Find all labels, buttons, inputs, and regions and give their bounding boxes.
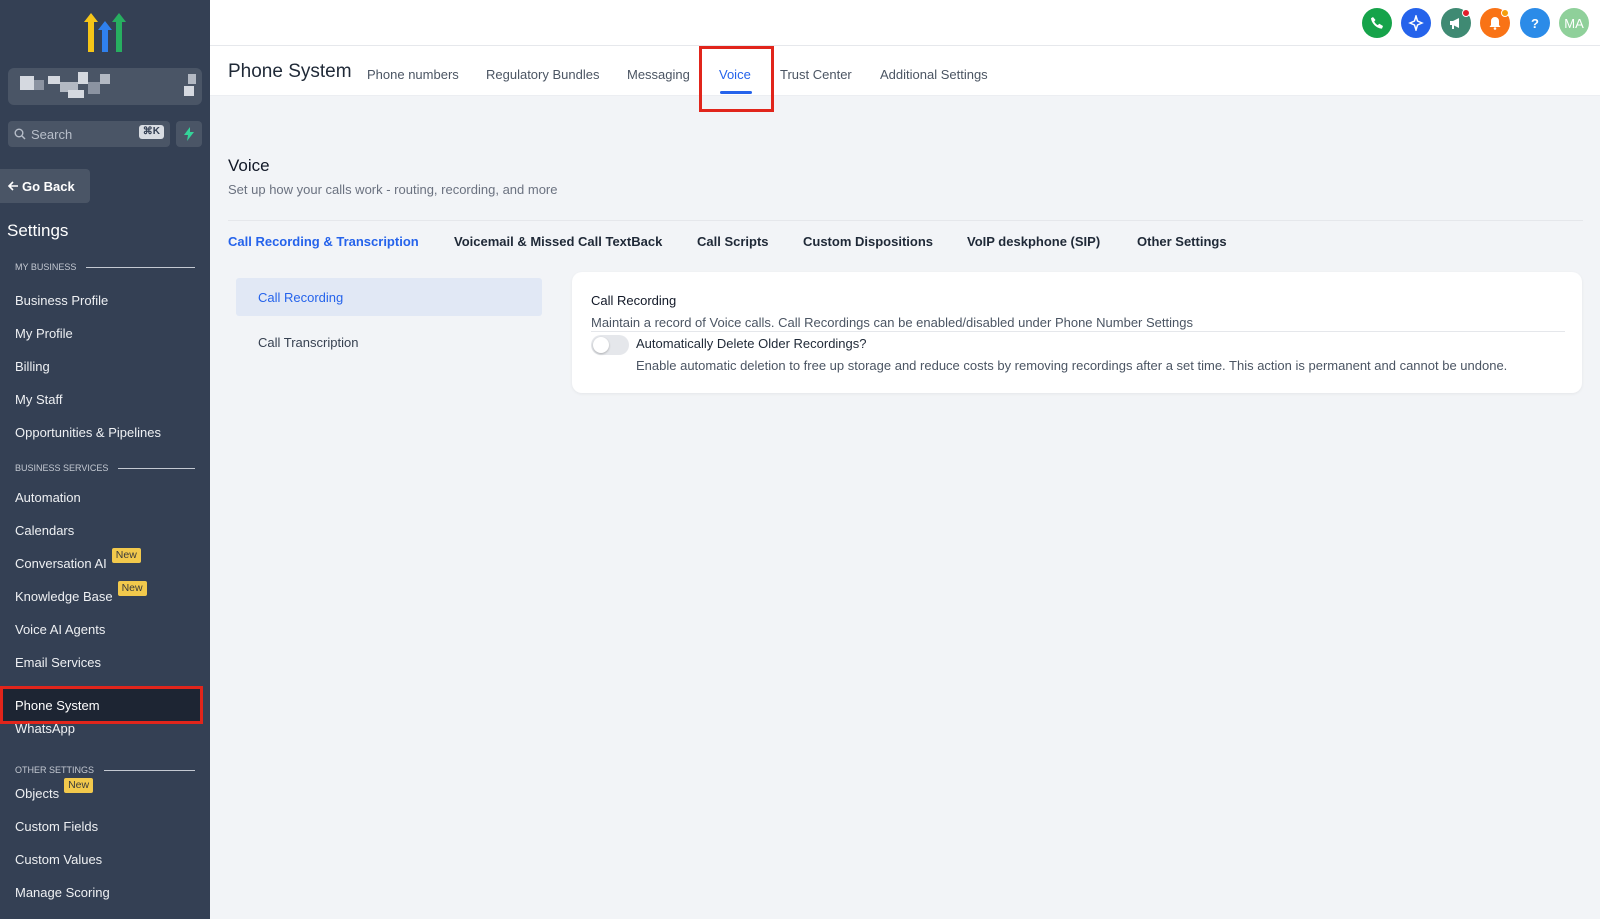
arrow-left-icon (7, 181, 18, 191)
sparkle-icon[interactable] (1401, 8, 1431, 38)
sidebar-item-voice-ai-agents[interactable]: Voice AI Agents (15, 622, 105, 637)
sidebar-item-conversation-ai[interactable]: Conversation AI New (15, 548, 141, 571)
sidebar-item-phone-system[interactable]: Phone System (0, 686, 203, 724)
section-title: Voice (228, 156, 270, 175)
card-title: Call Recording (591, 293, 677, 308)
sidebar-item-manage-scoring[interactable]: Manage Scoring (15, 885, 110, 900)
sidebar-item-knowledge-base[interactable]: Knowledge Base New (15, 581, 147, 604)
avatar[interactable]: MA (1559, 8, 1589, 38)
app-logo[interactable] (82, 12, 128, 54)
search-input[interactable]: Search ⌘K (8, 121, 170, 147)
tab-phone-numbers[interactable]: Phone numbers (367, 67, 459, 82)
go-back-label: Go Back (22, 178, 75, 194)
call-recording-card: Call Recording Maintain a record of Voic… (572, 272, 1582, 393)
notification-dot (1501, 9, 1509, 17)
phone-system-header: Phone System Phone numbers Regulatory Bu… (210, 46, 1600, 96)
card-description: Maintain a record of Voice calls. Call R… (591, 315, 1193, 330)
megaphone-icon[interactable] (1441, 8, 1471, 38)
top-bar: ? MA (210, 0, 1600, 46)
sidebar-item-custom-fields[interactable]: Custom Fields (15, 819, 98, 834)
bell-icon[interactable] (1480, 8, 1510, 38)
tab-call-scripts[interactable]: Call Scripts (697, 234, 769, 249)
sidebar: Search ⌘K Go Back Settings MY BUSINESS B… (0, 0, 210, 919)
tab-regulatory-bundles[interactable]: Regulatory Bundles (486, 67, 599, 82)
tab-other-settings[interactable]: Other Settings (1137, 234, 1227, 249)
auto-delete-label: Automatically Delete Older Recordings? (636, 336, 867, 351)
search-placeholder: Search (31, 126, 73, 142)
tab-additional-settings[interactable]: Additional Settings (880, 67, 988, 82)
go-back-button[interactable]: Go Back (0, 169, 90, 203)
divider (228, 220, 1583, 221)
page-title: Phone System (228, 61, 352, 82)
sidebar-item-billing[interactable]: Billing (15, 359, 50, 374)
sidebar-item-business-profile[interactable]: Business Profile (15, 293, 108, 308)
sidebar-item-objects[interactable]: Objects New (15, 778, 94, 801)
lightning-icon (184, 127, 194, 141)
settings-title: Settings (7, 221, 69, 240)
sidebar-item-opportunities[interactable]: Opportunities & Pipelines (15, 425, 161, 440)
tab-trust-center[interactable]: Trust Center (780, 67, 852, 82)
tab-voip-deskphone[interactable]: VoIP deskphone (SIP) (967, 234, 1100, 249)
tab-voicemail-missed-call[interactable]: Voicemail & Missed Call TextBack (454, 234, 662, 249)
section-subtitle: Set up how your calls work - routing, re… (228, 182, 558, 197)
sidebar-item-custom-values[interactable]: Custom Values (15, 852, 102, 867)
sidebar-item-automation[interactable]: Automation (15, 490, 81, 505)
menu-call-transcription[interactable]: Call Transcription (236, 323, 542, 361)
new-badge: New (111, 548, 141, 563)
menu-call-recording[interactable]: Call Recording (236, 278, 542, 316)
section-header-business-services: BUSINESS SERVICES (15, 463, 195, 473)
section-header-other-settings: OTHER SETTINGS (15, 765, 195, 775)
search-icon (14, 128, 26, 140)
notification-dot (1462, 9, 1470, 17)
card-divider (591, 331, 1565, 332)
phone-icon[interactable] (1362, 8, 1392, 38)
sidebar-item-my-staff[interactable]: My Staff (15, 392, 62, 407)
account-switcher[interactable] (8, 68, 202, 105)
sidebar-item-my-profile[interactable]: My Profile (15, 326, 73, 341)
auto-delete-description: Enable automatic deletion to free up sto… (636, 358, 1508, 373)
sidebar-item-calendars[interactable]: Calendars (15, 523, 74, 538)
help-icon[interactable]: ? (1520, 8, 1550, 38)
tab-custom-dispositions[interactable]: Custom Dispositions (803, 234, 933, 249)
toggle-knob (593, 337, 609, 353)
new-badge: New (64, 778, 94, 793)
sidebar-item-whatsapp[interactable]: WhatsApp (15, 721, 75, 736)
voice-tab-highlight (699, 46, 774, 112)
search-shortcut: ⌘K (138, 125, 164, 139)
auto-delete-toggle[interactable] (591, 335, 629, 355)
section-header-my-business: MY BUSINESS (15, 262, 195, 272)
quick-action-button[interactable] (176, 121, 202, 147)
new-badge: New (117, 581, 147, 596)
sidebar-item-email-services[interactable]: Email Services (15, 655, 101, 670)
tab-call-recording-transcription[interactable]: Call Recording & Transcription (228, 234, 419, 249)
tab-messaging[interactable]: Messaging (627, 67, 690, 82)
